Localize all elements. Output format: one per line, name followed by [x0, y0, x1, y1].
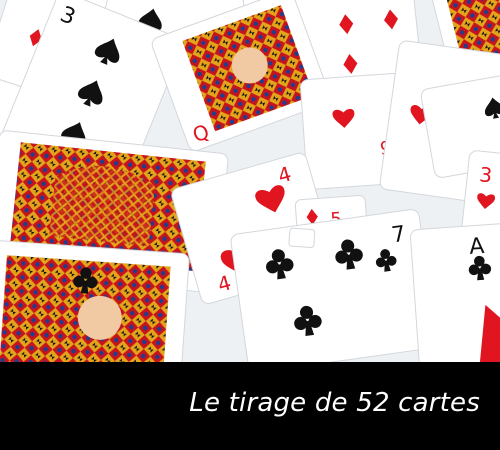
- svg-text:3: 3: [478, 162, 493, 187]
- playing-cards-photo: 6 3: [0, 0, 500, 362]
- caption-text: Le tirage de 52 cartes: [189, 388, 480, 418]
- svg-text:A: A: [468, 234, 485, 260]
- image-frame: 6 3: [0, 0, 500, 450]
- caption-bar: Le tirage de 52 cartes: [0, 362, 500, 450]
